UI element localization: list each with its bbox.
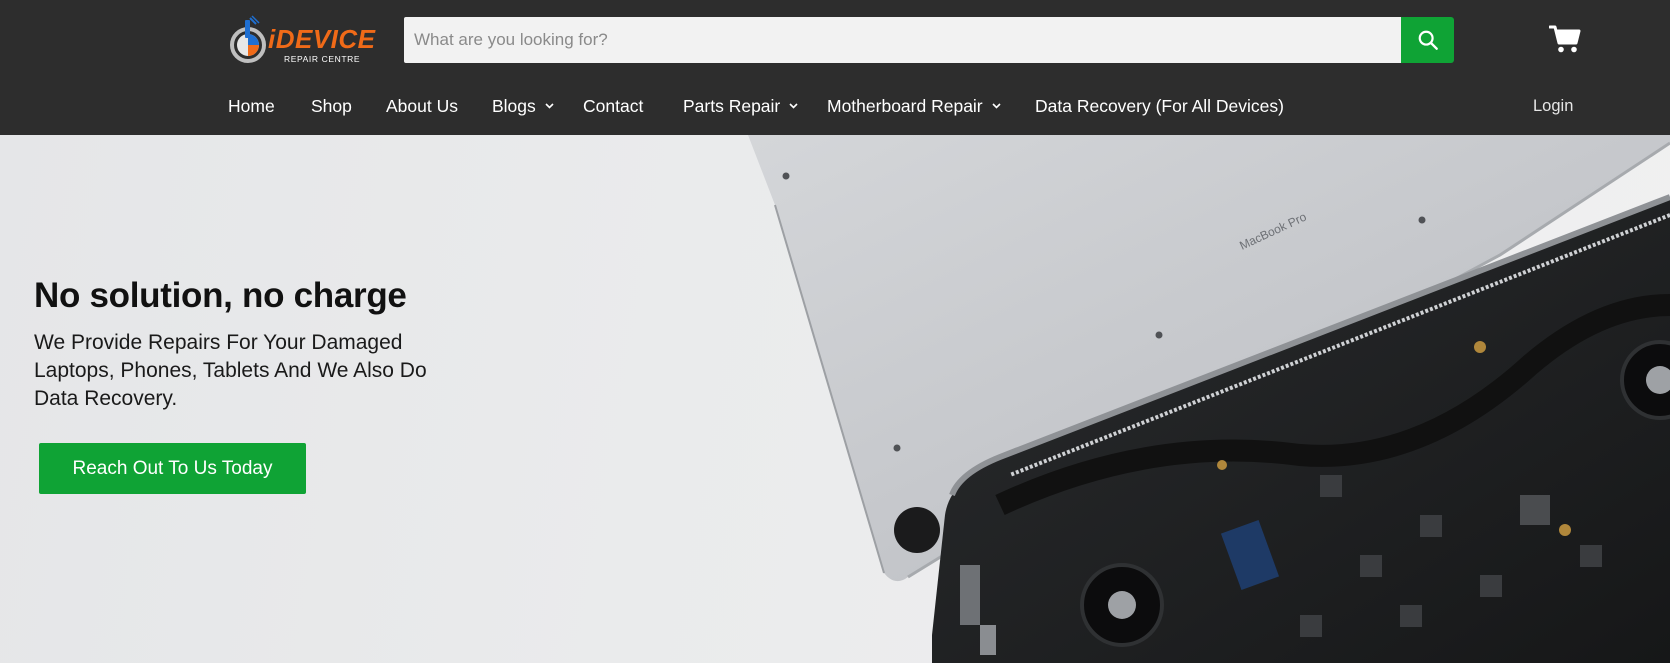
- search-button[interactable]: [1401, 17, 1454, 63]
- nav-item-contact[interactable]: Contact: [583, 88, 643, 124]
- search-icon: [1418, 30, 1438, 50]
- nav-item-about-us[interactable]: About Us: [386, 88, 458, 124]
- nav-item-label: Blogs: [492, 95, 536, 116]
- nav-item-label: Motherboard Repair: [827, 95, 983, 116]
- nav-item-label: Contact: [583, 95, 644, 116]
- main-nav: Home Shop About Us Blogs Contact Parts R…: [0, 88, 1670, 124]
- search-input[interactable]: [404, 17, 1401, 63]
- nav-item-shop[interactable]: Shop: [311, 88, 352, 124]
- nav-item-parts-repair[interactable]: Parts Repair: [683, 88, 798, 124]
- chevron-down-icon: [545, 103, 554, 109]
- reach-out-button[interactable]: Reach Out To Us Today: [39, 443, 306, 494]
- cart-icon: [1548, 25, 1581, 53]
- nav-item-label: Data Recovery (For All Devices): [1035, 95, 1284, 116]
- chevron-down-icon: [789, 103, 798, 109]
- chevron-down-icon: [992, 103, 1001, 109]
- nav-item-home[interactable]: Home: [228, 88, 275, 124]
- nav-item-label: About Us: [386, 95, 458, 116]
- nav-item-label: Shop: [311, 95, 352, 116]
- nav-item-data-recovery[interactable]: Data Recovery (For All Devices): [1035, 88, 1284, 124]
- nav-item-label: Parts Repair: [683, 95, 781, 116]
- cart-button[interactable]: [1548, 24, 1581, 54]
- hero-banner: MacBook Pro No solution, no charge We Pr…: [0, 135, 1670, 663]
- brand-name: iDEVICE: [268, 24, 376, 54]
- search-bar: [404, 17, 1454, 63]
- nav-item-motherboard-repair[interactable]: Motherboard Repair: [827, 88, 1001, 124]
- nav-item-label: Home: [228, 95, 275, 116]
- site-header: iDEVICE REPAIR CENTRE Home Shop About Us: [0, 0, 1670, 135]
- hero-subtitle: We Provide Repairs For Your Damaged Lapt…: [34, 331, 427, 410]
- hero-title: No solution, no charge: [34, 276, 407, 315]
- login-link[interactable]: Login: [1533, 88, 1573, 124]
- nav-item-blogs[interactable]: Blogs: [492, 88, 554, 124]
- brand-logo[interactable]: iDEVICE REPAIR CENTRE: [228, 14, 380, 66]
- brand-tagline: REPAIR CENTRE: [284, 54, 361, 64]
